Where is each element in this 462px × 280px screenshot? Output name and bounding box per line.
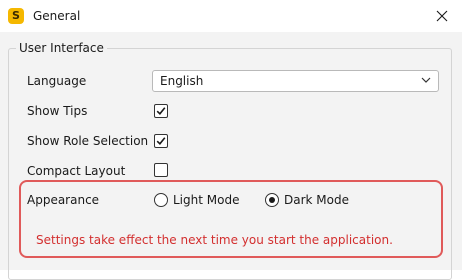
restart-note: Settings take effect the next time you s… bbox=[36, 233, 393, 247]
dark-mode-label[interactable]: Dark Mode bbox=[284, 192, 349, 208]
compact-layout-checkbox[interactable] bbox=[154, 163, 168, 177]
light-mode-radio[interactable] bbox=[154, 193, 168, 207]
group-title: User Interface bbox=[16, 40, 107, 56]
show-tips-checkbox[interactable] bbox=[154, 104, 168, 118]
checkmark-icon bbox=[156, 107, 166, 115]
language-label: Language bbox=[27, 74, 87, 88]
dialog-content: User Interface Language English Show Tip… bbox=[0, 32, 462, 280]
language-select-value: English bbox=[160, 74, 204, 88]
window-title: General bbox=[33, 9, 81, 23]
show-role-selection-label: Show Role Selection bbox=[27, 134, 149, 148]
close-button[interactable] bbox=[422, 2, 462, 30]
title-bar: S General bbox=[0, 0, 462, 32]
language-select[interactable]: English bbox=[152, 70, 439, 92]
close-icon bbox=[436, 10, 448, 22]
radio-selected-dot bbox=[269, 197, 275, 203]
dark-mode-radio[interactable] bbox=[265, 193, 279, 207]
compact-layout-label: Compact Layout bbox=[27, 164, 126, 178]
checkmark-icon bbox=[156, 137, 166, 145]
chevron-down-icon bbox=[421, 77, 431, 83]
app-icon: S bbox=[8, 8, 24, 24]
appearance-label: Appearance bbox=[27, 193, 100, 207]
show-role-selection-checkbox[interactable] bbox=[154, 134, 168, 148]
show-tips-label: Show Tips bbox=[27, 104, 88, 118]
light-mode-label[interactable]: Light Mode bbox=[173, 192, 239, 208]
